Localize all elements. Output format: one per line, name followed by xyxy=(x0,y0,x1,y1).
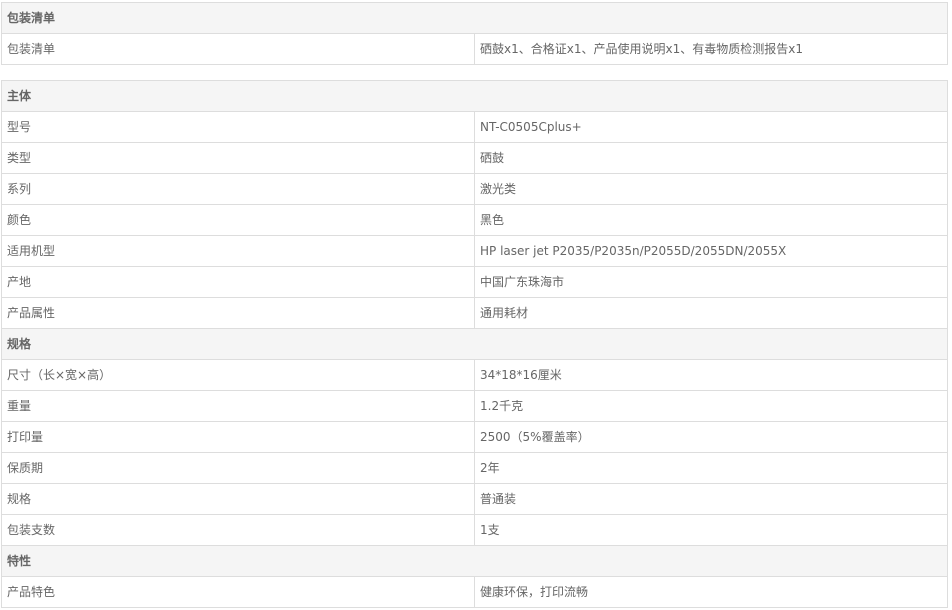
table-row: 包装清单 硒鼓x1、合格证x1、产品使用说明x1、有毒物质检测报告x1 xyxy=(1,33,948,65)
spec-key: 尺寸（长×宽×高） xyxy=(1,359,475,391)
spec-value: 硒鼓 xyxy=(474,142,948,174)
spec-value: 1支 xyxy=(474,514,948,546)
spec-key: 产品属性 xyxy=(1,297,475,329)
spec-value: 硒鼓x1、合格证x1、产品使用说明x1、有毒物质检测报告x1 xyxy=(474,33,948,65)
spec-key: 颜色 xyxy=(1,204,475,236)
packing-list-table: 包装清单 包装清单 硒鼓x1、合格证x1、产品使用说明x1、有毒物质检测报告x1 xyxy=(1,2,948,65)
spec-value: 中国广东珠海市 xyxy=(474,266,948,298)
table-row: 重量 1.2千克 xyxy=(1,390,948,422)
spec-key: 产品特色 xyxy=(1,576,475,608)
spec-value: HP laser jet P2035/P2035n/P2055D/2055DN/… xyxy=(474,235,948,267)
section-header-row: 主体 xyxy=(1,80,948,112)
table-row: 适用机型 HP laser jet P2035/P2035n/P2055D/20… xyxy=(1,235,948,267)
table-row: 系列 激光类 xyxy=(1,173,948,205)
spec-key: 包装清单 xyxy=(1,33,475,65)
section-header-row: 规格 xyxy=(1,328,948,360)
spec-value: 普通装 xyxy=(474,483,948,515)
section-header-features: 特性 xyxy=(1,545,948,577)
spec-value: 1.2千克 xyxy=(474,390,948,422)
spec-key: 系列 xyxy=(1,173,475,205)
spec-value: 2500（5%覆盖率） xyxy=(474,421,948,453)
specifications-table: 主体 型号 NT-C0505Cplus+ 类型 硒鼓 系列 激光类 颜色 黑色 … xyxy=(1,80,948,608)
table-row: 产品特色 健康环保，打印流畅 xyxy=(1,576,948,608)
spec-key: 保质期 xyxy=(1,452,475,484)
spec-value: 通用耗材 xyxy=(474,297,948,329)
spec-key: 重量 xyxy=(1,390,475,422)
section-header-spec: 规格 xyxy=(1,328,948,360)
table-row: 打印量 2500（5%覆盖率） xyxy=(1,421,948,453)
spec-key: 适用机型 xyxy=(1,235,475,267)
table-row: 保质期 2年 xyxy=(1,452,948,484)
table-row: 产品属性 通用耗材 xyxy=(1,297,948,329)
section-header-row: 包装清单 xyxy=(1,2,948,34)
spec-key: 打印量 xyxy=(1,421,475,453)
table-row: 包装支数 1支 xyxy=(1,514,948,546)
table-row: 类型 硒鼓 xyxy=(1,142,948,174)
section-header-main: 主体 xyxy=(1,80,948,112)
spec-value: 34*18*16厘米 xyxy=(474,359,948,391)
section-header-row: 特性 xyxy=(1,545,948,577)
spec-key: 类型 xyxy=(1,142,475,174)
spec-page: 包装清单 包装清单 硒鼓x1、合格证x1、产品使用说明x1、有毒物质检测报告x1… xyxy=(0,0,952,610)
spec-value: 健康环保，打印流畅 xyxy=(474,576,948,608)
spec-key: 包装支数 xyxy=(1,514,475,546)
spec-key: 产地 xyxy=(1,266,475,298)
table-row: 产地 中国广东珠海市 xyxy=(1,266,948,298)
table-row: 规格 普通装 xyxy=(1,483,948,515)
spec-value: 黑色 xyxy=(474,204,948,236)
section-header-packing: 包装清单 xyxy=(1,2,948,34)
table-row: 尺寸（长×宽×高） 34*18*16厘米 xyxy=(1,359,948,391)
spec-value: NT-C0505Cplus+ xyxy=(474,111,948,143)
table-row: 颜色 黑色 xyxy=(1,204,948,236)
spec-key: 规格 xyxy=(1,483,475,515)
spec-value: 2年 xyxy=(474,452,948,484)
spec-value: 激光类 xyxy=(474,173,948,205)
table-row: 型号 NT-C0505Cplus+ xyxy=(1,111,948,143)
spec-key: 型号 xyxy=(1,111,475,143)
